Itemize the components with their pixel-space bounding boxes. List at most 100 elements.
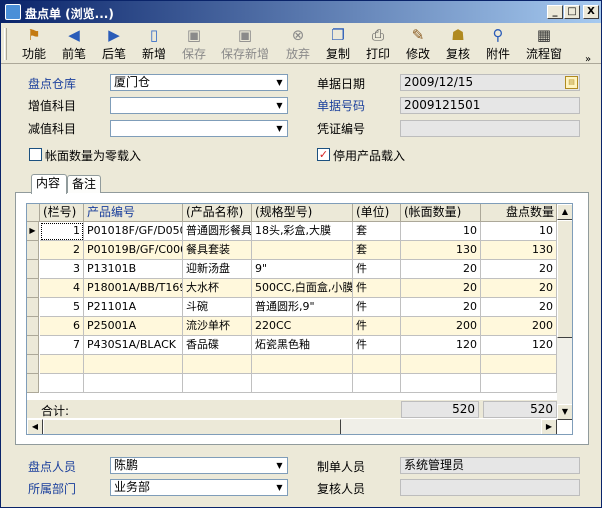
grid-cell[interactable]: 18头,彩盒,大膜 [252,222,353,241]
toolbar-grip[interactable] [4,28,7,60]
grid-cell[interactable]: 20 [481,298,557,317]
horizontal-scrollbar[interactable]: ◀ ▶ [27,419,557,434]
grid-cell[interactable]: 流沙单杯 [183,317,252,336]
warehouse-select[interactable]: 厦门仓 ▼ [110,74,288,91]
row-selector[interactable] [27,298,39,317]
grid-cell[interactable] [40,374,84,393]
chevron-down-icon[interactable]: ▼ [273,481,286,494]
grid-cell[interactable]: 普通圆形餐具 [183,222,252,241]
print-button[interactable]: ⎙ 打印 [361,26,395,62]
grid-cell[interactable] [353,374,401,393]
scroll-up-icon[interactable]: ▲ [557,204,572,220]
grid-cell[interactable]: 5 [40,298,84,317]
counter-select[interactable]: 陈鹏 ▼ [110,457,288,474]
save-button[interactable]: ▣ 保存 [177,26,211,62]
tab-content[interactable]: 内容 [31,174,67,194]
scroll-down-icon[interactable]: ▼ [557,404,572,420]
attachment-button[interactable]: ⚲ 附件 [481,26,515,62]
grid-cell[interactable] [401,374,481,393]
save-new-button[interactable]: ▣ 保存新增 [217,26,273,62]
grid-cell[interactable]: 130 [481,241,557,260]
calendar-icon[interactable]: ▤ [565,76,578,89]
grid-cell[interactable] [183,374,252,393]
grid-cell[interactable]: 件 [353,317,401,336]
grid-cell[interactable]: 件 [353,298,401,317]
grid-cell[interactable]: 6 [40,317,84,336]
title-bar[interactable]: 盘点单 (浏览...) _ □ X [1,1,601,23]
copy-button[interactable]: ❐ 复制 [321,26,355,62]
function-button[interactable]: ⚑ 功能 [17,26,51,62]
doc-number-field[interactable]: 2009121501 [400,97,580,114]
grid-cell[interactable]: P21101A [84,298,183,317]
grid-cell[interactable]: 香品碟 [183,336,252,355]
chevron-down-icon[interactable]: ▼ [273,122,286,135]
grid-cell[interactable] [401,355,481,374]
grid-cell[interactable]: 餐具套装 [183,241,252,260]
grid-cell[interactable]: 套 [353,241,401,260]
grid-cell[interactable]: 普通圆形,9" [252,298,353,317]
row-selector[interactable] [27,374,39,393]
new-button[interactable]: ▯ 新增 [137,26,171,62]
close-button[interactable]: X [583,5,599,19]
maker-field[interactable]: 系统管理员 [400,457,580,474]
grid-cell[interactable]: 20 [401,260,481,279]
grid-cell[interactable]: 20 [401,279,481,298]
grid-cell[interactable]: 120 [481,336,557,355]
chevron-down-icon[interactable]: ▼ [273,99,286,112]
grid-cell[interactable]: 2 [40,241,84,260]
grid-cell[interactable] [252,374,353,393]
row-selector[interactable] [27,279,39,298]
prev-record-button[interactable]: ◀ 前笔 [57,26,91,62]
column-header[interactable]: (单位) [353,204,401,222]
review-button[interactable]: ☗ 复核 [441,26,475,62]
grid-cell[interactable]: 3 [40,260,84,279]
grid-cell[interactable] [481,355,557,374]
grid-cell[interactable]: 迎新汤盘 [183,260,252,279]
edit-button[interactable]: ✎ 修改 [401,26,435,62]
grid-cell[interactable]: P18001A/BB/T1692 [84,279,183,298]
next-record-button[interactable]: ▶ 后笔 [97,26,131,62]
disabled-product-checkbox[interactable]: ✓ [317,148,330,161]
abandon-button[interactable]: ⊗ 放弃 [281,26,315,62]
grid-cell[interactable]: 件 [353,260,401,279]
grid-cell[interactable] [353,355,401,374]
doc-date-field[interactable]: 2009/12/15 ▤ [400,74,580,91]
hscroll-thumb[interactable] [43,419,341,434]
grid-cell[interactable]: 220CC [252,317,353,336]
grid-cell[interactable]: 10 [401,222,481,241]
column-header[interactable]: (帐面数量) [401,204,481,222]
grid-cell[interactable] [481,374,557,393]
chevron-down-icon[interactable]: ▼ [273,76,286,89]
column-header[interactable]: (产品名称) [183,204,252,222]
grid-cell[interactable]: P01018F/GF/D0509 [84,222,183,241]
maximize-button[interactable]: □ [564,5,580,19]
grid-cell[interactable]: 炻瓷黑色釉 [252,336,353,355]
grid-cell[interactable]: 7 [40,336,84,355]
zero-qty-checkbox[interactable] [29,148,42,161]
grid-cell[interactable]: 4 [40,279,84,298]
grid-cell[interactable]: P430S1A/BLACK [84,336,183,355]
column-header[interactable]: (栏号) [40,204,84,222]
grid-cell[interactable] [252,241,353,260]
grid-cell[interactable] [84,355,183,374]
grid-cell[interactable]: 20 [401,298,481,317]
grid-cell[interactable]: P01019B/GF/C0001 [84,241,183,260]
grid-cell[interactable]: 120 [401,336,481,355]
workflow-button[interactable]: ▦ 流程窗 [521,26,567,62]
row-selector[interactable] [27,336,39,355]
grid-cell[interactable]: 500CC,白面盒,小膜 [252,279,353,298]
vertical-scrollbar[interactable]: ▲ ▼ [557,204,572,420]
grid-cell[interactable] [84,374,183,393]
grid-cell[interactable]: 件 [353,279,401,298]
grid-cell[interactable]: 1 [40,222,84,241]
tab-notes[interactable]: 备注 [67,175,101,193]
column-header[interactable]: 产品编号 [84,204,183,222]
grid-cell[interactable]: 套 [353,222,401,241]
grid-cell[interactable] [183,355,252,374]
voucher-number-field[interactable] [400,120,580,137]
grid-cell[interactable]: 20 [481,279,557,298]
grid-cell[interactable] [40,355,84,374]
increase-account-select[interactable]: ▼ [110,97,288,114]
chevron-down-icon[interactable]: ▼ [273,459,286,472]
scroll-left-icon[interactable]: ◀ [27,419,43,434]
